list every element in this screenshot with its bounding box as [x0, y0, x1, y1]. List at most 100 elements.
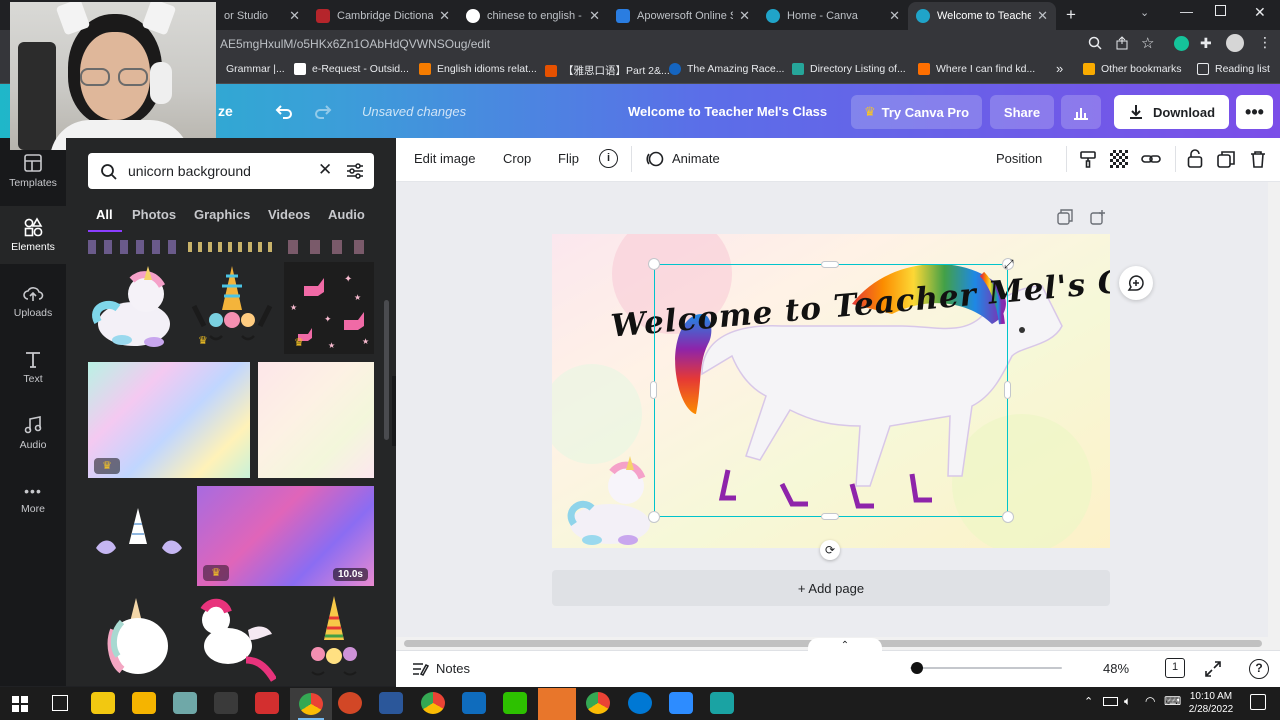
- rotate-handle-icon[interactable]: ⟳: [820, 540, 840, 560]
- file-explorer-taskbar-icon[interactable]: [132, 692, 156, 714]
- app-taskbar-icon[interactable]: [214, 692, 238, 714]
- search-input[interactable]: unicorn background: [128, 163, 251, 179]
- new-tab-icon[interactable]: +: [1066, 5, 1076, 25]
- bookmark-item[interactable]: Grammar |...: [226, 63, 285, 75]
- acrobat-taskbar-icon[interactable]: [255, 692, 279, 714]
- insights-button[interactable]: [1061, 95, 1101, 129]
- tab-videos[interactable]: Videos: [268, 207, 310, 222]
- duplicate-page-icon[interactable]: [1057, 209, 1073, 225]
- browser-tab[interactable]: chinese to english - G ✕: [458, 2, 608, 30]
- search-field[interactable]: unicorn background ✕: [88, 153, 374, 189]
- powerpoint-taskbar-icon[interactable]: [338, 692, 362, 714]
- animate-button[interactable]: [646, 150, 664, 168]
- app-taskbar-icon[interactable]: [462, 692, 486, 714]
- undo-icon[interactable]: [272, 100, 294, 122]
- result-thumb[interactable]: [188, 242, 278, 252]
- show-pages-toggle[interactable]: ⌃: [808, 638, 882, 652]
- browser-tab-active[interactable]: Welcome to Teacher M ✕: [908, 2, 1056, 30]
- tab-audio[interactable]: Audio: [328, 207, 365, 222]
- rainbow-horn-icon[interactable]: [294, 594, 374, 686]
- animate-label[interactable]: Animate: [672, 151, 720, 166]
- app-taskbar-active[interactable]: [538, 688, 576, 720]
- tab-graphics[interactable]: Graphics: [194, 207, 250, 222]
- browser-tab[interactable]: Home - Canva ✕: [758, 2, 908, 30]
- resize-button[interactable]: ze: [218, 103, 233, 119]
- bookmark-item[interactable]: 【雅思口语】Part 2&...: [545, 63, 670, 78]
- share-page-icon[interactable]: [1115, 36, 1129, 50]
- zoom-taskbar-icon[interactable]: [669, 692, 693, 714]
- maximize-icon[interactable]: [1215, 5, 1226, 16]
- keyboard-icon[interactable]: ⌨: [1164, 694, 1181, 708]
- battery-icon[interactable]: [1103, 697, 1118, 706]
- position-button[interactable]: Position: [996, 151, 1042, 166]
- vertical-scrollbar[interactable]: [1268, 182, 1280, 637]
- bookmark-star-icon[interactable]: ☆: [1141, 34, 1154, 52]
- trash-icon[interactable]: [1250, 150, 1266, 168]
- sidebar-item-more[interactable]: ••• More: [0, 470, 66, 528]
- info-icon[interactable]: i: [599, 149, 618, 168]
- paint-format-icon[interactable]: [1079, 150, 1097, 168]
- zoom-icon[interactable]: [1088, 36, 1102, 50]
- result-thumb-baby-unicorn[interactable]: [88, 262, 180, 354]
- more-bookmarks-button[interactable]: »: [1056, 61, 1063, 76]
- tray-chevron-icon[interactable]: ⌃: [1084, 695, 1093, 708]
- grammarly-extension-icon[interactable]: [1174, 36, 1189, 51]
- result-thumb-pastel-background[interactable]: [258, 362, 374, 478]
- tab-photos[interactable]: Photos: [132, 207, 176, 222]
- design-title[interactable]: Welcome to Teacher Mel's Class: [628, 104, 827, 119]
- resize-handle-bottom-left[interactable]: [649, 512, 659, 522]
- edge-taskbar-icon[interactable]: [628, 692, 652, 714]
- bookmark-item[interactable]: Directory Listing of...: [792, 63, 906, 75]
- reading-list-button[interactable]: Reading list: [1197, 63, 1270, 75]
- tab-search-icon[interactable]: ⌄: [1140, 6, 1149, 19]
- app-taskbar-icon[interactable]: [710, 692, 734, 714]
- fullscreen-icon[interactable]: [1204, 660, 1222, 678]
- app-taskbar-icon[interactable]: [173, 692, 197, 714]
- sticky-notes-taskbar-icon[interactable]: [91, 692, 115, 714]
- close-tab-icon[interactable]: ✕: [739, 8, 750, 24]
- more-options-button[interactable]: •••: [1236, 95, 1273, 129]
- share-button[interactable]: Share: [990, 95, 1054, 129]
- close-tab-icon[interactable]: ✕: [589, 8, 600, 24]
- sidebar-item-templates[interactable]: Templates: [0, 142, 66, 200]
- panel-scrollbar[interactable]: [384, 300, 389, 440]
- result-thumb-purple-video[interactable]: ♛ 10.0s: [197, 486, 374, 586]
- crop-button[interactable]: Crop: [503, 151, 531, 166]
- filter-icon[interactable]: [346, 162, 364, 180]
- sidebar-item-uploads[interactable]: Uploads: [0, 272, 66, 330]
- address-bar[interactable]: AE5mgHxulM/o5HKx6Zn1OAbHdQVWNSOug/edit: [220, 32, 1080, 56]
- close-tab-icon[interactable]: ✕: [439, 8, 450, 24]
- sidebar-item-text[interactable]: Text: [0, 338, 66, 396]
- page-count-button[interactable]: 1: [1165, 658, 1185, 678]
- result-thumb-holographic-background[interactable]: ♛: [88, 362, 250, 478]
- duplicate-icon[interactable]: [1217, 150, 1235, 168]
- close-tab-icon[interactable]: ✕: [1037, 8, 1048, 24]
- add-page-icon[interactable]: [1090, 209, 1106, 225]
- sidebar-item-elements[interactable]: Elements: [0, 206, 66, 264]
- chrome-profile-taskbar-icon[interactable]: [421, 692, 445, 714]
- resize-handle-right[interactable]: [1005, 382, 1010, 398]
- clear-search-icon[interactable]: ✕: [318, 160, 332, 180]
- minimize-icon[interactable]: —: [1180, 4, 1193, 19]
- bookmark-item[interactable]: The Amazing Race...: [669, 63, 784, 75]
- transparency-icon[interactable]: [1110, 150, 1128, 168]
- wechat-taskbar-icon[interactable]: [503, 692, 527, 714]
- result-thumb-unicorn-face[interactable]: ♛: [186, 262, 278, 354]
- close-tab-icon[interactable]: ✕: [289, 8, 300, 24]
- result-thumb[interactable]: [88, 240, 180, 254]
- pegasus-icon[interactable]: [188, 594, 276, 686]
- chrome-menu-icon[interactable]: ⋮: [1258, 34, 1272, 51]
- wifi-icon[interactable]: ◠: [1145, 694, 1155, 708]
- notes-icon[interactable]: [411, 660, 429, 678]
- edit-image-button[interactable]: Edit image: [414, 151, 475, 166]
- notifications-icon[interactable]: [1250, 694, 1266, 710]
- extensions-icon[interactable]: ✚: [1200, 35, 1212, 52]
- redo-icon[interactable]: [313, 100, 335, 122]
- browser-tab[interactable]: Cambridge Dictionary ✕: [308, 2, 458, 30]
- zoom-level[interactable]: 48%: [1103, 661, 1129, 676]
- help-icon[interactable]: ?: [1249, 659, 1269, 679]
- word-taskbar-icon[interactable]: [379, 692, 403, 714]
- unicorn-head-icon[interactable]: [96, 594, 180, 686]
- result-thumb-unicorn-horn-ears[interactable]: [88, 486, 190, 586]
- notes-button[interactable]: Notes: [436, 661, 470, 676]
